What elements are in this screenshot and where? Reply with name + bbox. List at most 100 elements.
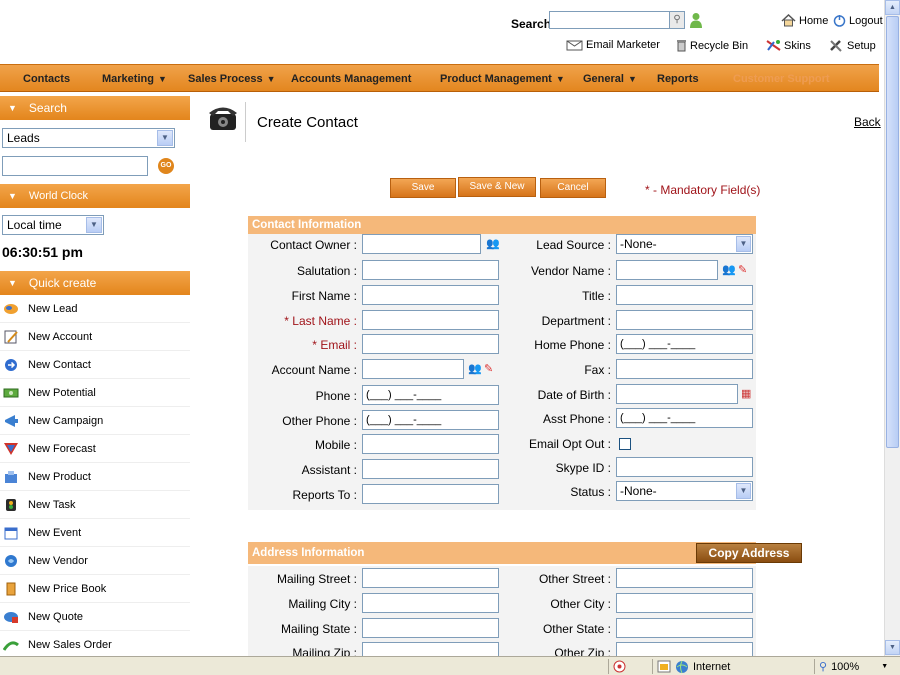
skype-id-input[interactable]	[616, 457, 753, 477]
clock-time: 06:30:51 pm	[2, 244, 83, 260]
clear-icon[interactable]: ✎	[738, 263, 747, 276]
setup-link[interactable]: Setup	[829, 39, 876, 52]
field-label: Lead Source :	[504, 234, 614, 256]
trash-icon	[677, 40, 686, 52]
email-opt-out-checkbox[interactable]	[619, 438, 631, 450]
nav-reports[interactable]: Reports	[657, 73, 699, 85]
fax-input[interactable]	[616, 359, 753, 379]
skins-link[interactable]: Skins	[766, 39, 811, 52]
email-marketer-link[interactable]: Email Marketer	[566, 39, 660, 51]
logout-link[interactable]: Logout	[833, 14, 883, 27]
field-label: Mailing City :	[248, 593, 360, 615]
global-search-input[interactable]	[549, 11, 670, 29]
task-icon	[2, 497, 20, 513]
field-label: Mailing State :	[248, 618, 360, 640]
search-module-select[interactable]: Leads ▼	[2, 128, 175, 148]
back-link[interactable]: Back	[854, 115, 881, 129]
sidebar-search-input[interactable]	[2, 156, 148, 176]
email-marketer-label: Email Marketer	[586, 39, 660, 51]
security-zone: Internet	[652, 659, 812, 674]
select-vendor-icon[interactable]: 👥	[722, 263, 736, 276]
nav-general[interactable]: General ▼	[583, 73, 637, 85]
vendor-name-input[interactable]	[616, 260, 718, 280]
title-input[interactable]	[616, 285, 753, 305]
field-label: Other Street :	[504, 568, 614, 590]
other-street-input[interactable]	[616, 568, 753, 588]
mailing-state-input[interactable]	[362, 618, 499, 638]
account-icon	[2, 329, 20, 345]
scroll-up-icon[interactable]: ▲	[885, 0, 900, 15]
nav-contacts[interactable]: Contacts	[23, 73, 70, 85]
vertical-scrollbar[interactable]: ▲ ▼	[884, 0, 900, 656]
calendar-icon[interactable]: ▦	[741, 387, 751, 400]
sidebar-search-header[interactable]: ▼ Search	[0, 96, 190, 120]
nav-accounts-management[interactable]: Accounts Management	[291, 73, 411, 85]
save-new-button[interactable]: Save & New	[458, 177, 536, 197]
save-button[interactable]: Save	[390, 178, 456, 198]
scroll-down-icon[interactable]: ▼	[885, 640, 900, 655]
skins-icon	[766, 40, 781, 51]
home-phone-input[interactable]: (___) ___-____	[616, 334, 753, 354]
quick-new-quote[interactable]: New Quote	[0, 603, 190, 631]
other-city-input[interactable]	[616, 593, 753, 613]
world-clock-header[interactable]: ▼ World Clock	[0, 184, 190, 208]
zone-label: Internet	[693, 660, 731, 673]
quick-new-sales-order[interactable]: New Sales Order	[0, 631, 190, 659]
address-info-form: Mailing Street : Other Street : Mailing C…	[248, 566, 756, 664]
browser-status-bar: Internet ⚲ 100% ▼	[0, 656, 900, 675]
chevron-down-icon: ▼	[266, 74, 276, 84]
mailing-city-input[interactable]	[362, 593, 499, 613]
campaign-icon	[2, 413, 20, 429]
quick-create-list: New Lead New Account New Contact New Pot…	[0, 295, 190, 659]
asst-phone-input[interactable]: (___) ___-____	[616, 408, 753, 428]
search-icon[interactable]: ⚲	[669, 11, 685, 29]
chevron-down-icon: ▼	[881, 663, 889, 670]
field-label: Department :	[504, 310, 614, 332]
nav-customer-support[interactable]: Customer Support	[733, 73, 830, 85]
user-icon[interactable]	[689, 12, 703, 28]
quick-new-vendor[interactable]: New Vendor	[0, 547, 190, 575]
quick-new-price-book[interactable]: New Price Book	[0, 575, 190, 603]
home-link[interactable]: Home	[781, 14, 828, 27]
status-select[interactable]: -None- ▼	[616, 481, 753, 501]
cancel-button[interactable]: Cancel	[540, 178, 606, 198]
mailing-street-input[interactable]	[362, 568, 499, 588]
collapse-icon: ▼	[8, 103, 17, 113]
go-button[interactable]: GO	[158, 158, 174, 174]
wrench-icon	[830, 40, 842, 52]
quick-new-product[interactable]: New Product	[0, 463, 190, 491]
nav-product-management[interactable]: Product Management ▼	[440, 73, 565, 85]
power-icon	[833, 15, 846, 27]
privacy-icon[interactable]	[608, 659, 650, 674]
forecast-icon	[2, 441, 20, 457]
other-state-input[interactable]	[616, 618, 753, 638]
date-of-birth-input[interactable]	[616, 384, 738, 404]
timezone-select[interactable]: Local time ▼	[2, 215, 104, 235]
copy-address-button[interactable]: Copy Address	[696, 543, 802, 563]
field-label: Email Opt Out :	[504, 433, 614, 455]
quick-new-contact[interactable]: New Contact	[0, 351, 190, 379]
nav-marketing[interactable]: Marketing ▼	[102, 73, 167, 85]
field-label: Mailing Street :	[248, 568, 360, 590]
quick-new-potential[interactable]: New Potential	[0, 379, 190, 407]
zoom-icon: ⚲	[819, 661, 828, 673]
nav-sales-process[interactable]: Sales Process ▼	[188, 73, 276, 85]
quick-new-forecast[interactable]: New Forecast	[0, 435, 190, 463]
recycle-bin-link[interactable]: Recycle Bin	[676, 39, 748, 52]
field-label: Home Phone :	[504, 334, 614, 356]
page-title: Create Contact	[257, 114, 358, 131]
page-icon	[657, 660, 671, 673]
product-icon	[2, 469, 20, 485]
field-label: Other City :	[504, 593, 614, 615]
zoom-control[interactable]: ⚲ 100% ▼	[814, 659, 900, 674]
quick-new-account[interactable]: New Account	[0, 323, 190, 351]
quick-new-lead[interactable]: New Lead	[0, 295, 190, 323]
quick-create-header[interactable]: ▼ Quick create	[0, 271, 190, 295]
department-input[interactable]	[616, 310, 753, 330]
scrollbar-thumb[interactable]	[886, 16, 899, 448]
lead-source-select[interactable]: -None- ▼	[616, 234, 753, 254]
quick-new-campaign[interactable]: New Campaign	[0, 407, 190, 435]
quick-new-event[interactable]: New Event	[0, 519, 190, 547]
quick-new-task[interactable]: New Task	[0, 491, 190, 519]
field-label: Fax :	[504, 359, 614, 381]
